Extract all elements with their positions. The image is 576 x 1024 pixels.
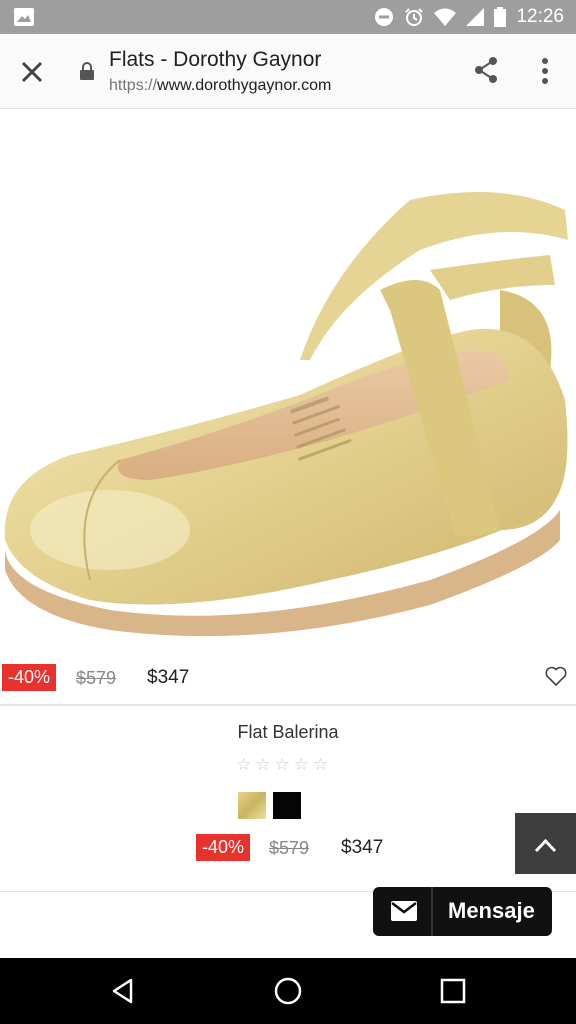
battery-icon bbox=[494, 7, 507, 27]
star-icon: ☆ bbox=[313, 755, 329, 774]
chevron-up-icon bbox=[534, 838, 557, 853]
clock: 12:26 bbox=[516, 6, 564, 27]
color-swatches bbox=[238, 792, 301, 819]
status-bar: 12:26 bbox=[0, 0, 576, 34]
old-price: $579 bbox=[269, 838, 310, 858]
home-icon[interactable] bbox=[273, 976, 303, 1006]
separator bbox=[431, 887, 433, 936]
more-options-icon[interactable] bbox=[536, 56, 554, 86]
dnd-icon bbox=[375, 8, 394, 26]
star-icon: ☆ bbox=[236, 755, 252, 774]
product-image[interactable] bbox=[0, 110, 576, 662]
heart-icon[interactable] bbox=[544, 664, 568, 688]
rating-stars: ☆ ☆ ☆ ☆ ☆ bbox=[236, 756, 328, 774]
page-url[interactable]: https://www.dorothygaynor.com bbox=[109, 77, 331, 95]
old-price: $579 bbox=[76, 668, 117, 688]
url-scheme: https:// bbox=[109, 77, 158, 94]
recent-apps-icon[interactable] bbox=[440, 978, 466, 1004]
custom-tab-toolbar: Flats - Dorothy Gaynor https://www.dorot… bbox=[0, 34, 576, 109]
signal-icon bbox=[466, 8, 485, 26]
discount-badge: -40% bbox=[196, 834, 251, 861]
star-icon: ☆ bbox=[274, 755, 290, 774]
system-navigation-bar bbox=[0, 958, 576, 1024]
alarm-icon bbox=[405, 8, 424, 26]
image-price-row: -40% $579 $347 bbox=[0, 660, 576, 706]
shoe-illustration bbox=[4, 192, 568, 637]
star-icon: ☆ bbox=[293, 755, 309, 774]
chat-label: Mensaje bbox=[448, 898, 535, 923]
wifi-icon bbox=[434, 8, 457, 26]
scroll-to-top-button[interactable] bbox=[515, 813, 576, 874]
product-name[interactable]: Flat Balerina bbox=[0, 722, 576, 743]
page-title: Flats - Dorothy Gaynor bbox=[109, 48, 322, 71]
new-price: $347 bbox=[147, 667, 190, 688]
url-host: www.dorothygaynor.com bbox=[157, 77, 332, 94]
star-icon: ☆ bbox=[255, 755, 271, 774]
back-icon[interactable] bbox=[108, 976, 138, 1006]
discount-badge: -40% bbox=[2, 664, 57, 691]
chat-message-button[interactable]: Mensaje bbox=[373, 887, 552, 936]
new-price: $347 bbox=[341, 837, 384, 858]
lock-icon bbox=[80, 62, 94, 80]
image-icon bbox=[14, 8, 34, 26]
close-icon[interactable] bbox=[18, 58, 46, 86]
color-swatch-black[interactable] bbox=[273, 792, 301, 819]
envelope-icon bbox=[391, 901, 417, 921]
color-swatch-gold[interactable] bbox=[238, 792, 266, 819]
share-icon[interactable] bbox=[472, 56, 500, 84]
